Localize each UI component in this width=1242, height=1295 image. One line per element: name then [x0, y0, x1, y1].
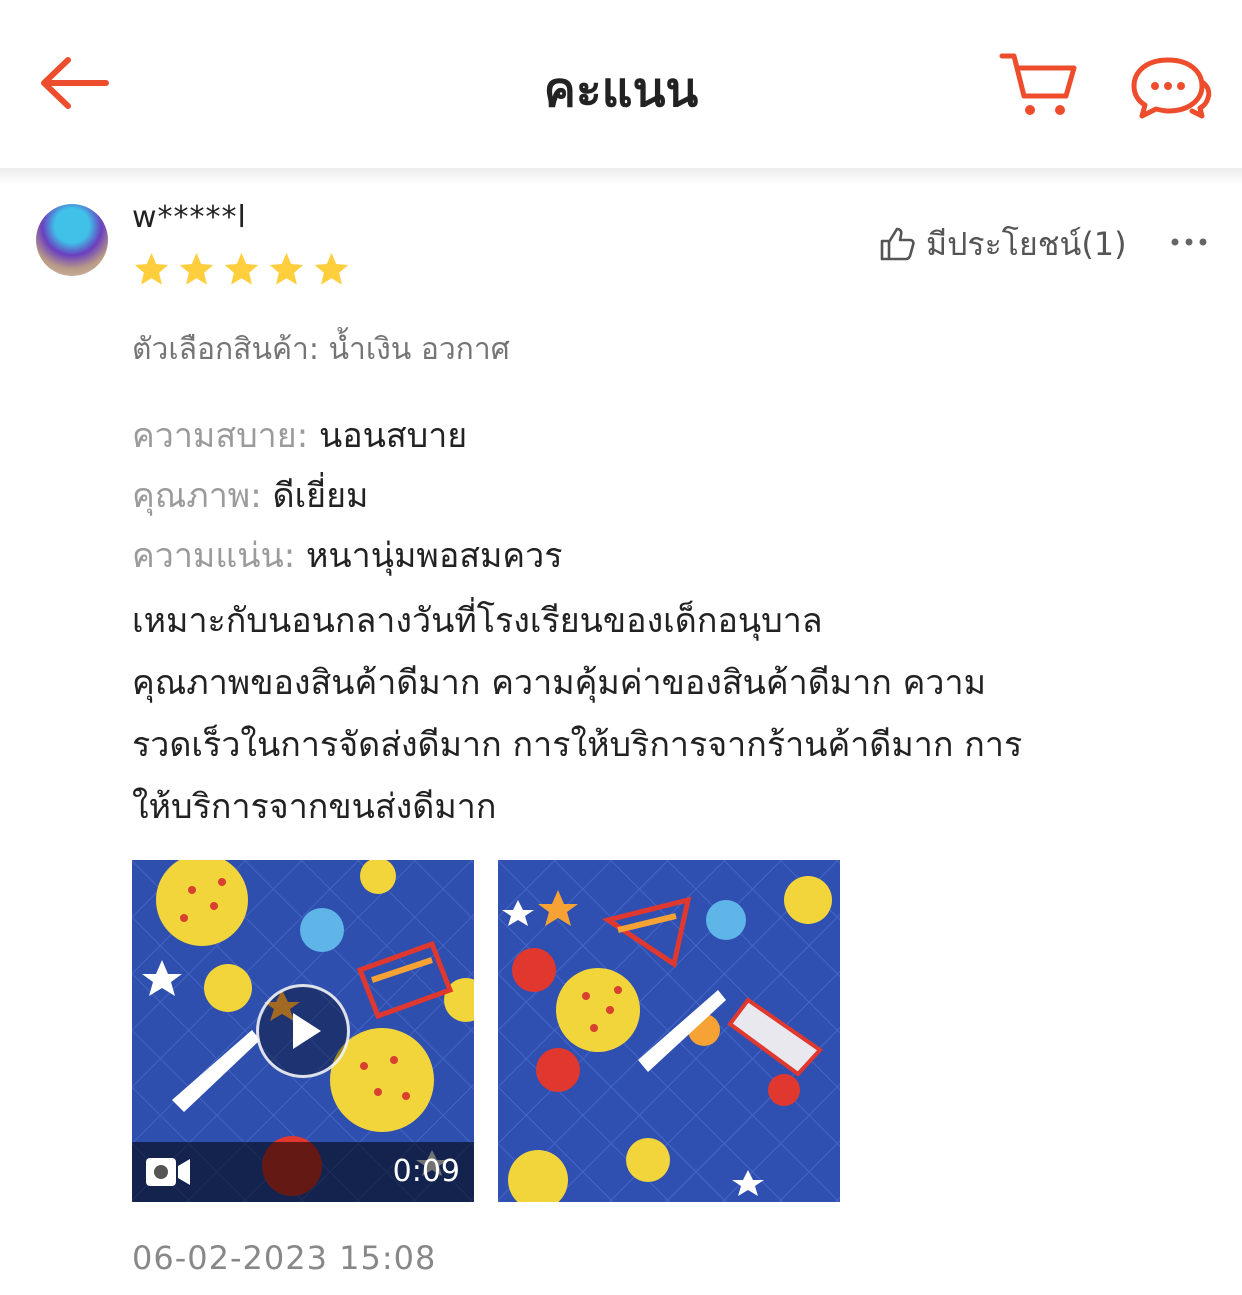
product-variation: ตัวเลือกสินค้า: น้ำเงิน อวกาศ: [132, 332, 510, 367]
star-icon: [269, 252, 304, 285]
attribute-label: ความแน่น:: [132, 536, 296, 576]
review-timestamp: 06-02-2023 15:08: [132, 1239, 437, 1277]
helpful-label: มีประโยชน์(1): [926, 225, 1127, 263]
chat-button[interactable]: [1128, 56, 1212, 120]
comment-line: เหมาะกับนอนกลางวันที่โรงเรียนของเด็กอนุบ…: [132, 601, 823, 641]
review-video-thumbnail[interactable]: 0:09: [132, 860, 474, 1202]
play-icon: [293, 1013, 321, 1049]
header-shadow: [0, 168, 1242, 184]
attribute-value: ดีเยี่ยม: [272, 476, 369, 516]
more-dots-icon: [1171, 238, 1207, 246]
star-icon: [179, 252, 214, 285]
chat-bubbles-icon: [1131, 57, 1212, 119]
attribute-quality: คุณภาพ: ดีเยี่ยม: [132, 466, 563, 526]
star-rating: [132, 250, 351, 290]
more-options-button[interactable]: [1166, 222, 1212, 262]
review-attributes: ความสบาย: นอนสบาย คุณภาพ: ดีเยี่ยม ความแ…: [132, 406, 563, 586]
attribute-value: หนานุ่มพอสมควร: [306, 536, 563, 576]
comment-line: รวดเร็วในการจัดส่งดีมาก การให้บริการจากร…: [132, 725, 1023, 765]
avatar[interactable]: [36, 204, 108, 276]
thumb-up-icon: [880, 227, 915, 261]
helpful-button[interactable]: มีประโยชน์(1): [878, 222, 1127, 266]
top-app-bar: คะแนน: [0, 0, 1242, 168]
star-icon: [224, 252, 259, 285]
play-button[interactable]: [256, 984, 350, 1078]
attribute-comfort: ความสบาย: นอนสบาย: [132, 406, 563, 466]
star-icon: [314, 252, 349, 285]
comment-line: ให้บริการจากขนส่งดีมาก: [132, 787, 497, 827]
attribute-label: คุณภาพ:: [132, 476, 262, 516]
review-comment: เหมาะกับนอนกลางวันที่โรงเรียนของเด็กอนุบ…: [132, 590, 1192, 838]
cart-icon: [999, 53, 1077, 115]
reviewer-username: w*****l: [132, 200, 247, 235]
review-photo-image: [498, 860, 840, 1202]
review-item: w*****l มีประโยชน์(1) ตัวเลือกสินค้า: น้…: [0, 184, 1242, 1295]
video-camera-icon: [146, 1158, 190, 1186]
review-image-thumbnail[interactable]: [498, 860, 840, 1202]
attribute-label: ความสบาย:: [132, 416, 309, 456]
comment-line: คุณภาพของสินค้าดีมาก ความคุ้มค่าของสินค้…: [132, 663, 987, 703]
cart-button[interactable]: [996, 48, 1080, 120]
star-icon: [134, 252, 169, 285]
video-info-bar: 0:09: [132, 1142, 474, 1202]
video-duration: 0:09: [392, 1154, 460, 1189]
attribute-firmness: ความแน่น: หนานุ่มพอสมควร: [132, 526, 563, 586]
attribute-value: นอนสบาย: [318, 416, 468, 456]
